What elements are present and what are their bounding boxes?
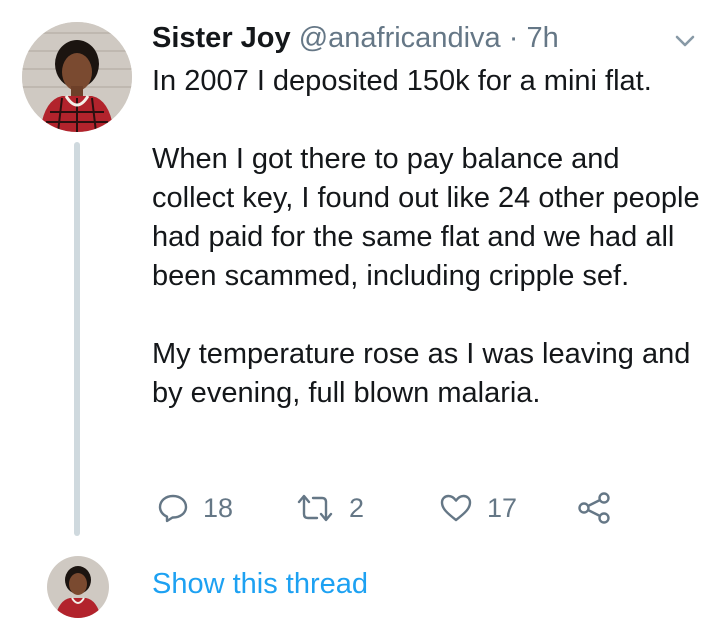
reply-button[interactable]: 18	[157, 490, 233, 526]
tweet-paragraph: In 2007 I deposited 150k for a mini flat…	[152, 65, 652, 97]
retweet-count: 2	[349, 493, 365, 523]
tweet-paragraph: My temperature rose as I was leaving and…	[152, 338, 691, 409]
tweet-header: Sister Joy @anafricandiva · 7h	[152, 19, 559, 57]
heart-icon	[439, 492, 473, 524]
share-button[interactable]	[577, 490, 611, 526]
tweet-timestamp[interactable]: 7h	[526, 22, 558, 54]
chevron-down-icon[interactable]	[672, 28, 698, 54]
tweet-actions: 18 2 17	[157, 490, 677, 526]
thread-avatar[interactable]	[47, 556, 109, 618]
show-thread-link[interactable]: Show this thread	[152, 565, 368, 603]
like-count: 17	[487, 493, 518, 523]
avatar[interactable]	[22, 22, 132, 132]
reply-icon	[157, 492, 189, 524]
retweet-icon	[295, 492, 335, 524]
reply-count: 18	[203, 493, 234, 523]
tweet-paragraph: When I got there to pay balance and coll…	[152, 143, 700, 292]
tweet-text: In 2007 I deposited 150k for a mini flat…	[152, 62, 700, 413]
share-icon	[577, 491, 611, 525]
author-name[interactable]: Sister Joy	[152, 22, 291, 54]
thread-connector-line	[74, 142, 80, 536]
meta-separator: ·	[508, 22, 519, 54]
retweet-button[interactable]: 2	[295, 490, 364, 526]
like-button[interactable]: 17	[439, 490, 517, 526]
author-handle[interactable]: @anafricandiva	[299, 22, 501, 54]
